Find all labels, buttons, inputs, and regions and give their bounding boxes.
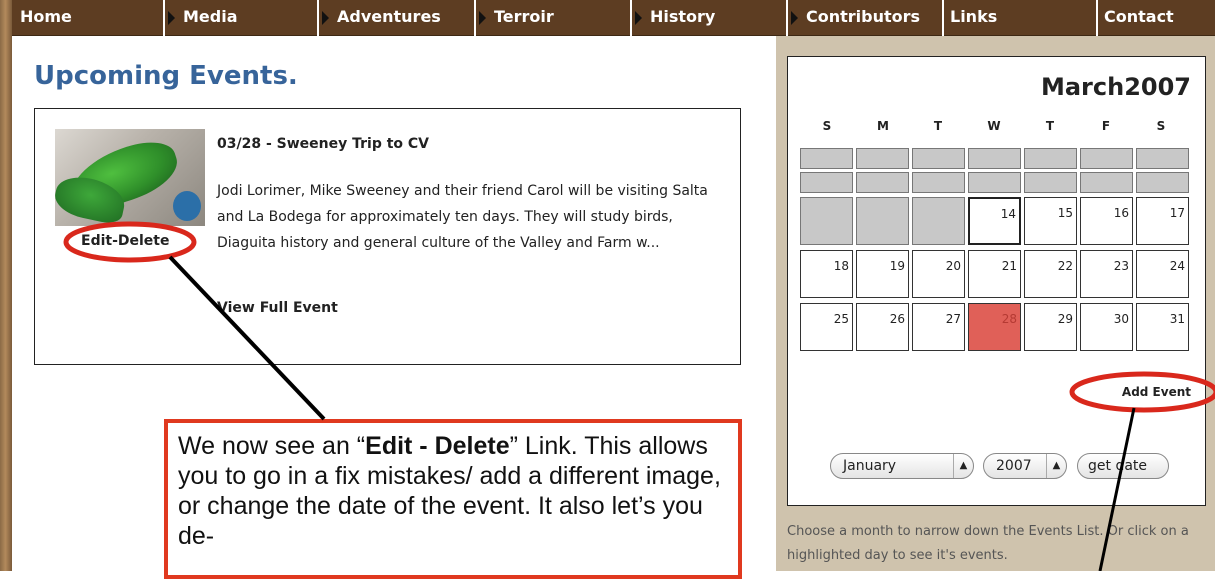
calendar-day-cell[interactable]: 21 (968, 250, 1021, 298)
calendar-day-cell[interactable]: 22 (1024, 250, 1077, 298)
weekday-label: T (933, 119, 943, 133)
weekday-label: S (822, 119, 832, 133)
nav-contributors-label: Contributors (806, 7, 921, 26)
arrow-icon (791, 11, 798, 25)
arrow-icon (635, 11, 642, 25)
calendar-day-cell[interactable]: 30 (1080, 303, 1133, 351)
calendar-day-cell-highlighted[interactable]: 28 (968, 303, 1021, 351)
get-date-button[interactable]: get date (1077, 453, 1169, 479)
get-date-label: get date (1088, 458, 1148, 474)
add-event-link[interactable]: Add Event (1122, 385, 1191, 399)
nav-terroir[interactable]: Terroir (474, 0, 626, 36)
nav-terroir-label: Terroir (494, 7, 554, 26)
nav-history-label: History (650, 7, 716, 26)
calendar-empty-cell (912, 172, 965, 193)
nav-media[interactable]: Media (163, 0, 315, 36)
left-decorative-strip (0, 0, 12, 571)
arrow-icon (322, 11, 329, 25)
calendar-day-cell[interactable]: 19 (856, 250, 909, 298)
weekday-label: M (877, 119, 889, 133)
calendar-empty-cell (856, 148, 909, 169)
month-select[interactable]: January ▲ (830, 453, 974, 479)
nav-contributors[interactable]: Contributors (786, 0, 940, 36)
annotation-callout: We now see an “Edit - Delete” Link. This… (164, 419, 742, 579)
nav-home[interactable]: Home (12, 0, 159, 36)
calendar-empty-cell (856, 197, 909, 245)
calendar-day-cell[interactable]: 15 (1024, 197, 1077, 245)
calendar-empty-cell (1136, 172, 1189, 193)
page-title: Upcoming Events. (34, 61, 298, 91)
annotation-text-before: We now see an “ (178, 432, 366, 460)
event-description: Jodi Lorimer, Mike Sweeney and their fri… (217, 183, 708, 251)
select-stepper-icon: ▲ (1046, 454, 1066, 478)
nav-links[interactable]: Links (942, 0, 1094, 36)
nav-home-label: Home (20, 7, 72, 26)
calendar-help-text: Choose a month to narrow down the Events… (787, 524, 1189, 563)
nav-media-label: Media (183, 7, 238, 26)
calendar-empty-cell (968, 148, 1021, 169)
calendar-day-cell[interactable]: 26 (856, 303, 909, 351)
select-stepper-icon: ▲ (953, 454, 973, 478)
month-select-value: January (843, 458, 897, 474)
calendar-day-cell[interactable]: 18 (800, 250, 853, 298)
weekday-label: F (1101, 119, 1111, 133)
calendar-day-cell[interactable]: 29 (1024, 303, 1077, 351)
nav-contact[interactable]: Contact (1096, 0, 1215, 36)
calendar-empty-cell (856, 172, 909, 193)
calendar-empty-cell (1080, 148, 1133, 169)
calendar-empty-cell (1024, 172, 1077, 193)
arrow-icon (479, 11, 486, 25)
calendar-day-cell[interactable]: 27 (912, 303, 965, 351)
calendar-day-cell[interactable]: 16 (1080, 197, 1133, 245)
calendar-month-label: March2007 (1040, 73, 1191, 101)
calendar-day-cell[interactable]: 20 (912, 250, 965, 298)
event-image (55, 129, 205, 226)
calendar-day-cell[interactable]: 23 (1080, 250, 1133, 298)
calendar-panel: March2007 S M T W T F S 14 15 16 17 18 1… (787, 56, 1206, 506)
nav-links-label: Links (950, 7, 998, 26)
calendar-empty-cell (800, 197, 853, 245)
edit-delete-link[interactable]: Edit-Delete (81, 233, 169, 249)
event-card: Edit-Delete 03/28 - Sweeney Trip to CV J… (34, 108, 741, 365)
year-select[interactable]: 2007 ▲ (983, 453, 1067, 479)
weekday-label: W (987, 119, 1001, 133)
nav-adventures-label: Adventures (337, 7, 441, 26)
weekday-label: S (1156, 119, 1166, 133)
calendar-day-cell[interactable]: 31 (1136, 303, 1189, 351)
arrow-icon (168, 11, 175, 25)
calendar-empty-cell (1136, 148, 1189, 169)
calendar-empty-cell (968, 172, 1021, 193)
nav-history[interactable]: History (630, 0, 782, 36)
nav-adventures[interactable]: Adventures (317, 0, 469, 36)
calendar-empty-cell (1024, 148, 1077, 169)
calendar-day-cell[interactable]: 17 (1136, 197, 1189, 245)
calendar-empty-cell (800, 148, 853, 169)
calendar-day-cell[interactable]: 25 (800, 303, 853, 351)
top-nav: Home Media Adventures Terroir History Co… (12, 0, 1215, 36)
calendar-empty-cell (912, 197, 965, 245)
calendar-empty-cell (912, 148, 965, 169)
calendar-empty-cell (1080, 172, 1133, 193)
calendar-day-cell[interactable]: 24 (1136, 250, 1189, 298)
annotation-bold-text: Edit - Delete (365, 432, 510, 460)
calendar-empty-cell (800, 172, 853, 193)
year-select-value: 2007 (996, 458, 1032, 474)
weekday-label: T (1045, 119, 1055, 133)
event-title: 03/28 - Sweeney Trip to CV (217, 136, 430, 152)
view-full-event-link[interactable]: View Full Event (217, 300, 338, 316)
nav-contact-label: Contact (1104, 7, 1174, 26)
calendar-day-cell[interactable]: 14 (968, 197, 1021, 245)
